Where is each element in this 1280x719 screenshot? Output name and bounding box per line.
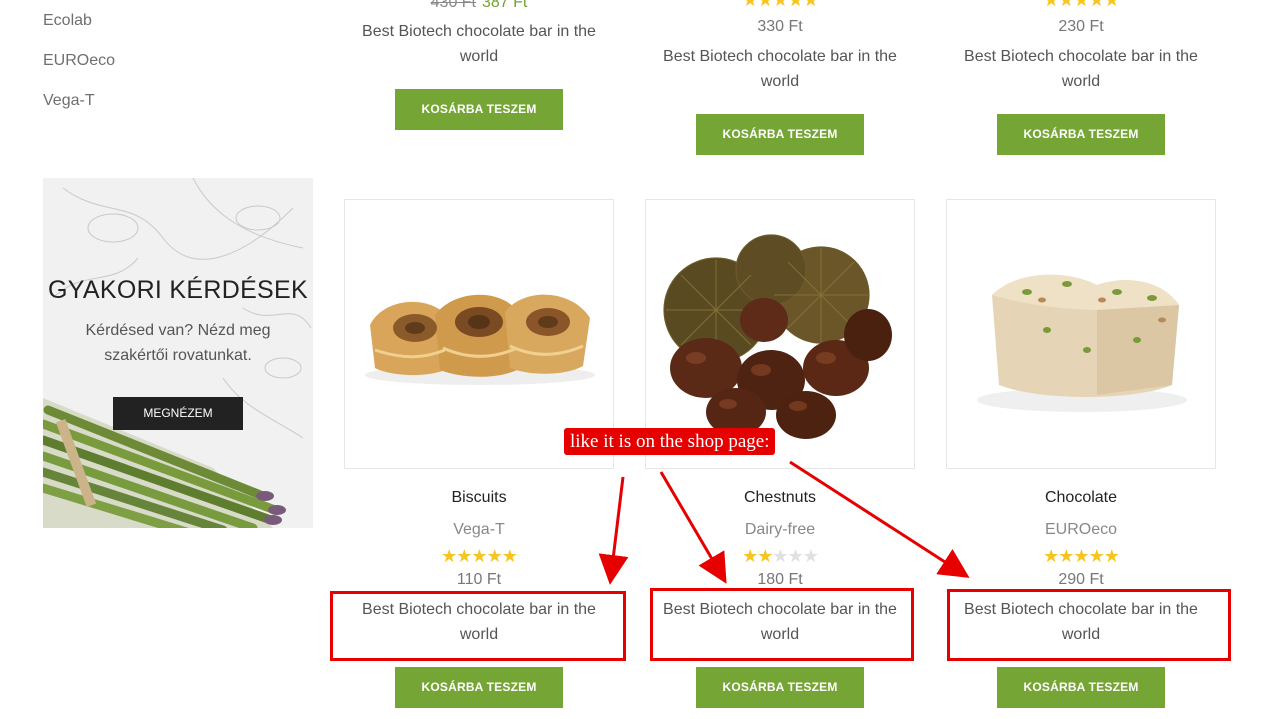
add-to-cart-button[interactable]: KOSÁRBA TESZEM [696, 667, 864, 708]
product-price: 330 Ft [757, 18, 803, 35]
sale-price: 387 Ft [482, 0, 528, 11]
halva-image [977, 274, 1187, 412]
product-image[interactable] [946, 199, 1216, 469]
faq-title: GYAKORI KÉRDÉSEK [48, 276, 308, 304]
rating-stars: ★★★★★ [742, 0, 819, 10]
add-to-cart-button[interactable]: KOSÁRBA TESZEM [395, 667, 563, 708]
add-to-cart-button[interactable]: KOSÁRBA TESZEM [997, 667, 1165, 708]
faq-description: Kérdésed van? Nézd meg szakértői rovatun… [85, 322, 271, 364]
product-price: 180 Ft [757, 571, 803, 588]
add-to-cart-button[interactable]: KOSÁRBA TESZEM [997, 114, 1165, 155]
brand-link-euroeco[interactable]: EUROeco [43, 52, 115, 70]
product-name[interactable]: Chestnuts [645, 489, 915, 507]
rating-stars: ★★★★★ [441, 546, 518, 566]
product-price: 110 Ft [456, 571, 502, 588]
product-description: Best Biotech chocolate bar in the world [663, 48, 897, 90]
brand-link-vega-t[interactable]: Vega-T [43, 92, 95, 110]
product-name[interactable]: Chocolate [946, 489, 1216, 507]
product-description: Best Biotech chocolate bar in the world [964, 48, 1198, 90]
add-to-cart-button[interactable]: KOSÁRBA TESZEM [395, 89, 563, 130]
brand-link-ecolab[interactable]: Ecolab [43, 12, 92, 30]
product-description: Best Biotech chocolate bar in the world [362, 23, 596, 65]
product-brand: EUROeco [1044, 521, 1118, 538]
product-price: 230 Ft [1058, 18, 1104, 35]
product-brand: Vega-T [453, 521, 505, 538]
product-brand: Dairy-free [744, 521, 816, 538]
product-price: 290 Ft [1058, 571, 1104, 588]
annotation-box-3 [947, 589, 1231, 661]
rating-stars: ★★★★★ [1043, 0, 1120, 10]
rating-stars: ★★★★★ [1043, 546, 1120, 566]
price-line: 430 Ft 387 Ft [344, 0, 614, 12]
faq-view-button[interactable]: MEGNÉZEM [113, 397, 243, 430]
rating-stars: ★★★★★ [742, 546, 819, 566]
annotation-label: like it is on the shop page: [564, 428, 776, 455]
add-to-cart-button[interactable]: KOSÁRBA TESZEM [696, 114, 864, 155]
annotation-box-2 [650, 588, 914, 661]
product-name[interactable]: Biscuits [344, 489, 614, 507]
old-price: 430 Ft [430, 0, 476, 11]
annotation-box-1 [330, 591, 626, 661]
